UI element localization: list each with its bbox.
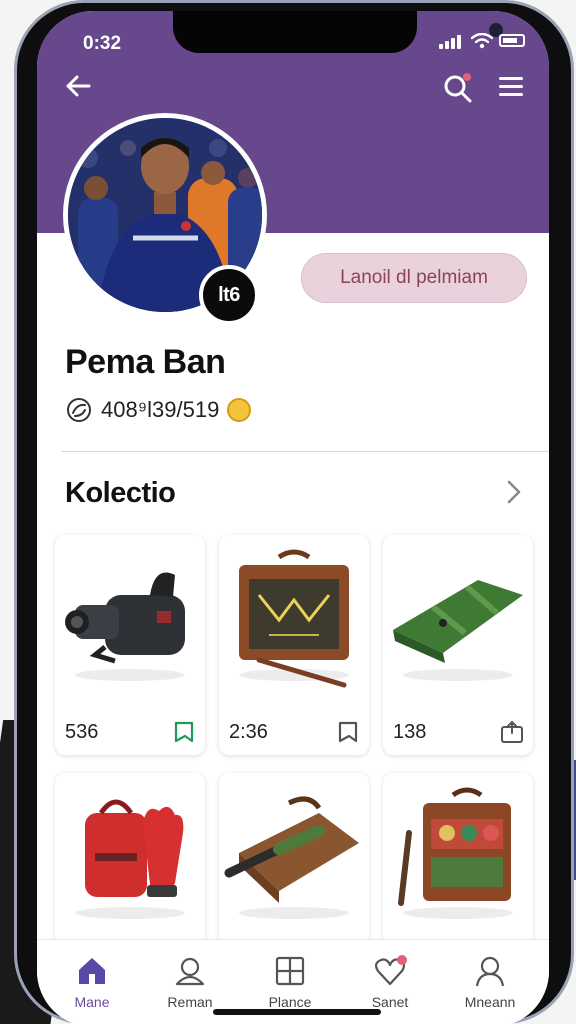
item-image [65, 572, 185, 681]
item-image [239, 549, 349, 688]
item-image [393, 580, 523, 681]
grid-icon [275, 956, 305, 986]
nav-item-home[interactable]: Mane [47, 954, 137, 1020]
status-icons [439, 33, 529, 49]
home-icon [79, 958, 105, 984]
wifi-icon [471, 33, 493, 49]
status-time: 0:32 [83, 33, 122, 54]
avatar-badge: lt6 [199, 265, 259, 325]
bookmark-icon[interactable] [335, 719, 361, 745]
user-icon [175, 957, 205, 986]
at-icon [67, 398, 91, 422]
follow-button[interactable]: Lanoil dl pelmiam [301, 253, 527, 303]
item-image [75, 799, 185, 919]
item-count: 536 [65, 721, 99, 743]
collection-item[interactable]: 2:36 [219, 535, 369, 755]
nav-label: Reman [167, 994, 213, 1010]
collection-title: Kolectio [65, 477, 176, 509]
nav-label: Sanet [371, 994, 409, 1010]
app-screen: 0:32 lt6 Lanoil dl pelmiam Pema Ban 408⁹… [37, 11, 549, 1024]
collection-item[interactable]: 138 [383, 535, 533, 755]
coin-icon [227, 398, 252, 422]
profile-stats: 408⁹l39/519 [65, 395, 252, 425]
item-image [398, 787, 513, 919]
menu-icon[interactable] [497, 73, 527, 101]
chevron-right-icon[interactable] [501, 477, 527, 507]
share-icon[interactable] [499, 719, 525, 745]
item-count: 2:36 [229, 721, 268, 743]
stats-text: 408⁹l39/519 [101, 397, 220, 422]
signal-bar [445, 41, 449, 49]
notification-dot [397, 955, 407, 965]
back-arrow-icon[interactable] [61, 69, 95, 103]
signal-bar [451, 38, 455, 49]
collection-item[interactable]: 536 [55, 535, 205, 755]
battery-icon [499, 34, 525, 47]
nav-label: Plance [268, 994, 312, 1010]
phone-frame: 0:32 lt6 Lanoil dl pelmiam Pema Ban 408⁹… [14, 0, 574, 1024]
signal-bar [439, 44, 443, 49]
bookmark-icon[interactable] [171, 719, 197, 745]
signal-bar [457, 35, 461, 49]
divider [61, 451, 549, 452]
nav-item-mneann[interactable]: Mneann [445, 954, 535, 1020]
nav-label: Mane [74, 994, 110, 1010]
profile-icon [475, 956, 505, 987]
item-image [224, 796, 359, 919]
item-count: 138 [393, 721, 427, 743]
profile-name: Pema Ban [65, 343, 226, 381]
heart-icon [374, 955, 407, 986]
home-indicator [213, 1009, 381, 1015]
phone-notch [173, 11, 503, 53]
notification-dot [463, 73, 471, 81]
nav-label: Mneann [464, 994, 516, 1010]
search-icon[interactable] [441, 71, 475, 105]
